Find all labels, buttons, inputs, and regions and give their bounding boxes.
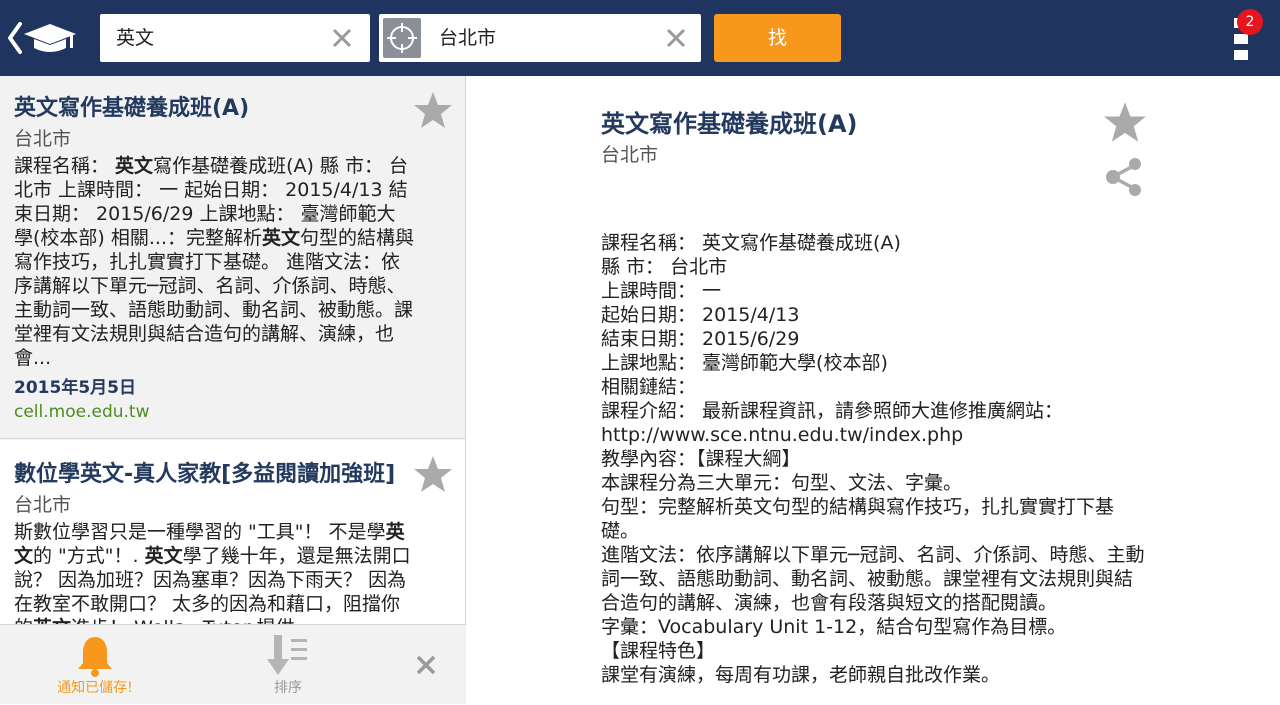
detail-line: 課程名稱： 英文寫作基礎養成班(A) <box>601 232 901 254</box>
menu-dot-icon <box>1234 50 1248 60</box>
keyword-search-field[interactable]: 英文 <box>100 14 370 62</box>
snippet-text: 的 "方式"！. <box>33 545 145 567</box>
detail-line: 課堂有演練，每周有功課，老師親自批改作業。 <box>601 664 1001 686</box>
clear-keyword-icon[interactable] <box>330 26 354 50</box>
crosshair-icon <box>387 23 417 53</box>
location-input[interactable]: 台北市 <box>439 14 496 62</box>
result-item[interactable]: 英文寫作基礎養成班(A) 台北市 課程名稱： 英文寫作基礎養成班(A) 縣 市：… <box>0 76 465 439</box>
detail-line: 縣 市： 台北市 <box>601 256 728 278</box>
menu-dot-icon <box>1234 34 1248 44</box>
clear-location-icon[interactable] <box>664 26 688 50</box>
result-source[interactable]: cell.moe.edu.tw <box>14 402 149 422</box>
snippet-text: 斯數位學習只是一種學習的 "工具"！ 不是學 <box>14 521 386 543</box>
detail-line: 【課程特色】 <box>601 640 716 662</box>
detail-line: 課程介紹： 最新課程資訊，請參照師大進修推廣網站：http://www.sce.… <box>601 400 1064 446</box>
detail-line: 相關鏈結： <box>601 376 697 398</box>
sort-label: 排序 <box>274 680 302 696</box>
result-snippet: 斯數位學習只是一種學習的 "工具"！ 不是學英文的 "方式"！. 英文學了幾十年… <box>14 520 414 640</box>
result-title[interactable]: 英文寫作基礎養成班(A) <box>14 90 404 122</box>
find-button[interactable]: 找 <box>714 14 841 62</box>
snippet-text: 課程名稱： <box>14 155 116 177</box>
bell-icon <box>78 637 112 677</box>
favorite-star-icon[interactable] <box>1103 100 1147 144</box>
favorite-star-icon[interactable] <box>413 90 453 130</box>
detail-line: 結束日期： 2015/6/29 <box>601 328 800 350</box>
notify-label: 通知已儲存! <box>57 680 133 696</box>
detail-line: 句型：完整解析英文句型的結構與寫作技巧，扎扎實實打下基礎。 <box>601 496 1115 542</box>
detail-line: 起始日期： 2015/4/13 <box>601 304 800 326</box>
keyword-input[interactable]: 英文 <box>116 14 154 62</box>
result-date: 2015年5月5日 <box>14 378 136 398</box>
notify-button[interactable]: 通知已儲存! <box>30 625 160 705</box>
share-icon[interactable] <box>1103 156 1145 198</box>
detail-city: 台北市 <box>601 144 659 166</box>
detail-line: 字彙：Vocabulary Unit 1-12，結合句型寫作為目標。 <box>601 616 1067 638</box>
result-snippet: 課程名稱： 英文寫作基礎養成班(A) 縣 市： 台北市 上課時間： 一 起始日期… <box>14 154 414 370</box>
detail-body: 課程名稱： 英文寫作基礎養成班(A) 縣 市： 台北市 上課時間： 一 起始日期… <box>601 231 1149 687</box>
favorite-star-icon[interactable] <box>413 454 453 494</box>
location-search-field[interactable]: 台北市 <box>379 14 701 62</box>
notification-badge: 2 <box>1237 9 1263 35</box>
top-bar: 英文 台北市 找 2 <box>0 0 1280 76</box>
result-title[interactable]: 數位學英文-真人家教[多益閱讀加強班] <box>14 456 404 488</box>
detail-line: 本課程分為三大單元：句型、文法、字彙。 <box>601 472 963 494</box>
close-icon[interactable] <box>415 654 437 676</box>
bottom-action-bar: 通知已儲存! 排序 <box>0 624 466 704</box>
sort-button[interactable]: 排序 <box>245 625 331 705</box>
results-list: 英文寫作基礎養成班(A) 台北市 課程名稱： 英文寫作基礎養成班(A) 縣 市：… <box>0 76 466 704</box>
back-chevron-graduation-cap-icon <box>8 22 76 54</box>
detail-line: 教學內容：【課程大綱】 <box>601 448 801 470</box>
detail-line: 上課地點： 臺灣師範大學(校本部) <box>601 352 888 374</box>
sort-icon <box>267 635 307 675</box>
keyword-highlight: 英文 <box>115 155 154 177</box>
result-item[interactable]: 數位學英文-真人家教[多益閱讀加強班] 台北市 斯數位學習只是一種學習的 "工具… <box>0 440 465 639</box>
locate-me-button[interactable] <box>383 18 421 58</box>
result-city: 台北市 <box>14 128 72 150</box>
result-city: 台北市 <box>14 494 72 516</box>
detail-pane: 英文寫作基礎養成班(A) 台北市 課程名稱： 英文寫作基礎養成班(A) 縣 市：… <box>467 76 1280 704</box>
back-home-button[interactable] <box>6 18 76 58</box>
keyword-highlight: 英文 <box>144 545 183 567</box>
keyword-highlight: 英文 <box>261 227 300 249</box>
detail-line: 上課時間： 一 <box>601 280 722 302</box>
detail-line: 進階文法：依序講解以下單元─冠詞、名詞、介係詞、時態、主動詞一致、語態助動詞、動… <box>601 544 1145 614</box>
detail-title: 英文寫作基礎養成班(A) <box>601 110 858 138</box>
